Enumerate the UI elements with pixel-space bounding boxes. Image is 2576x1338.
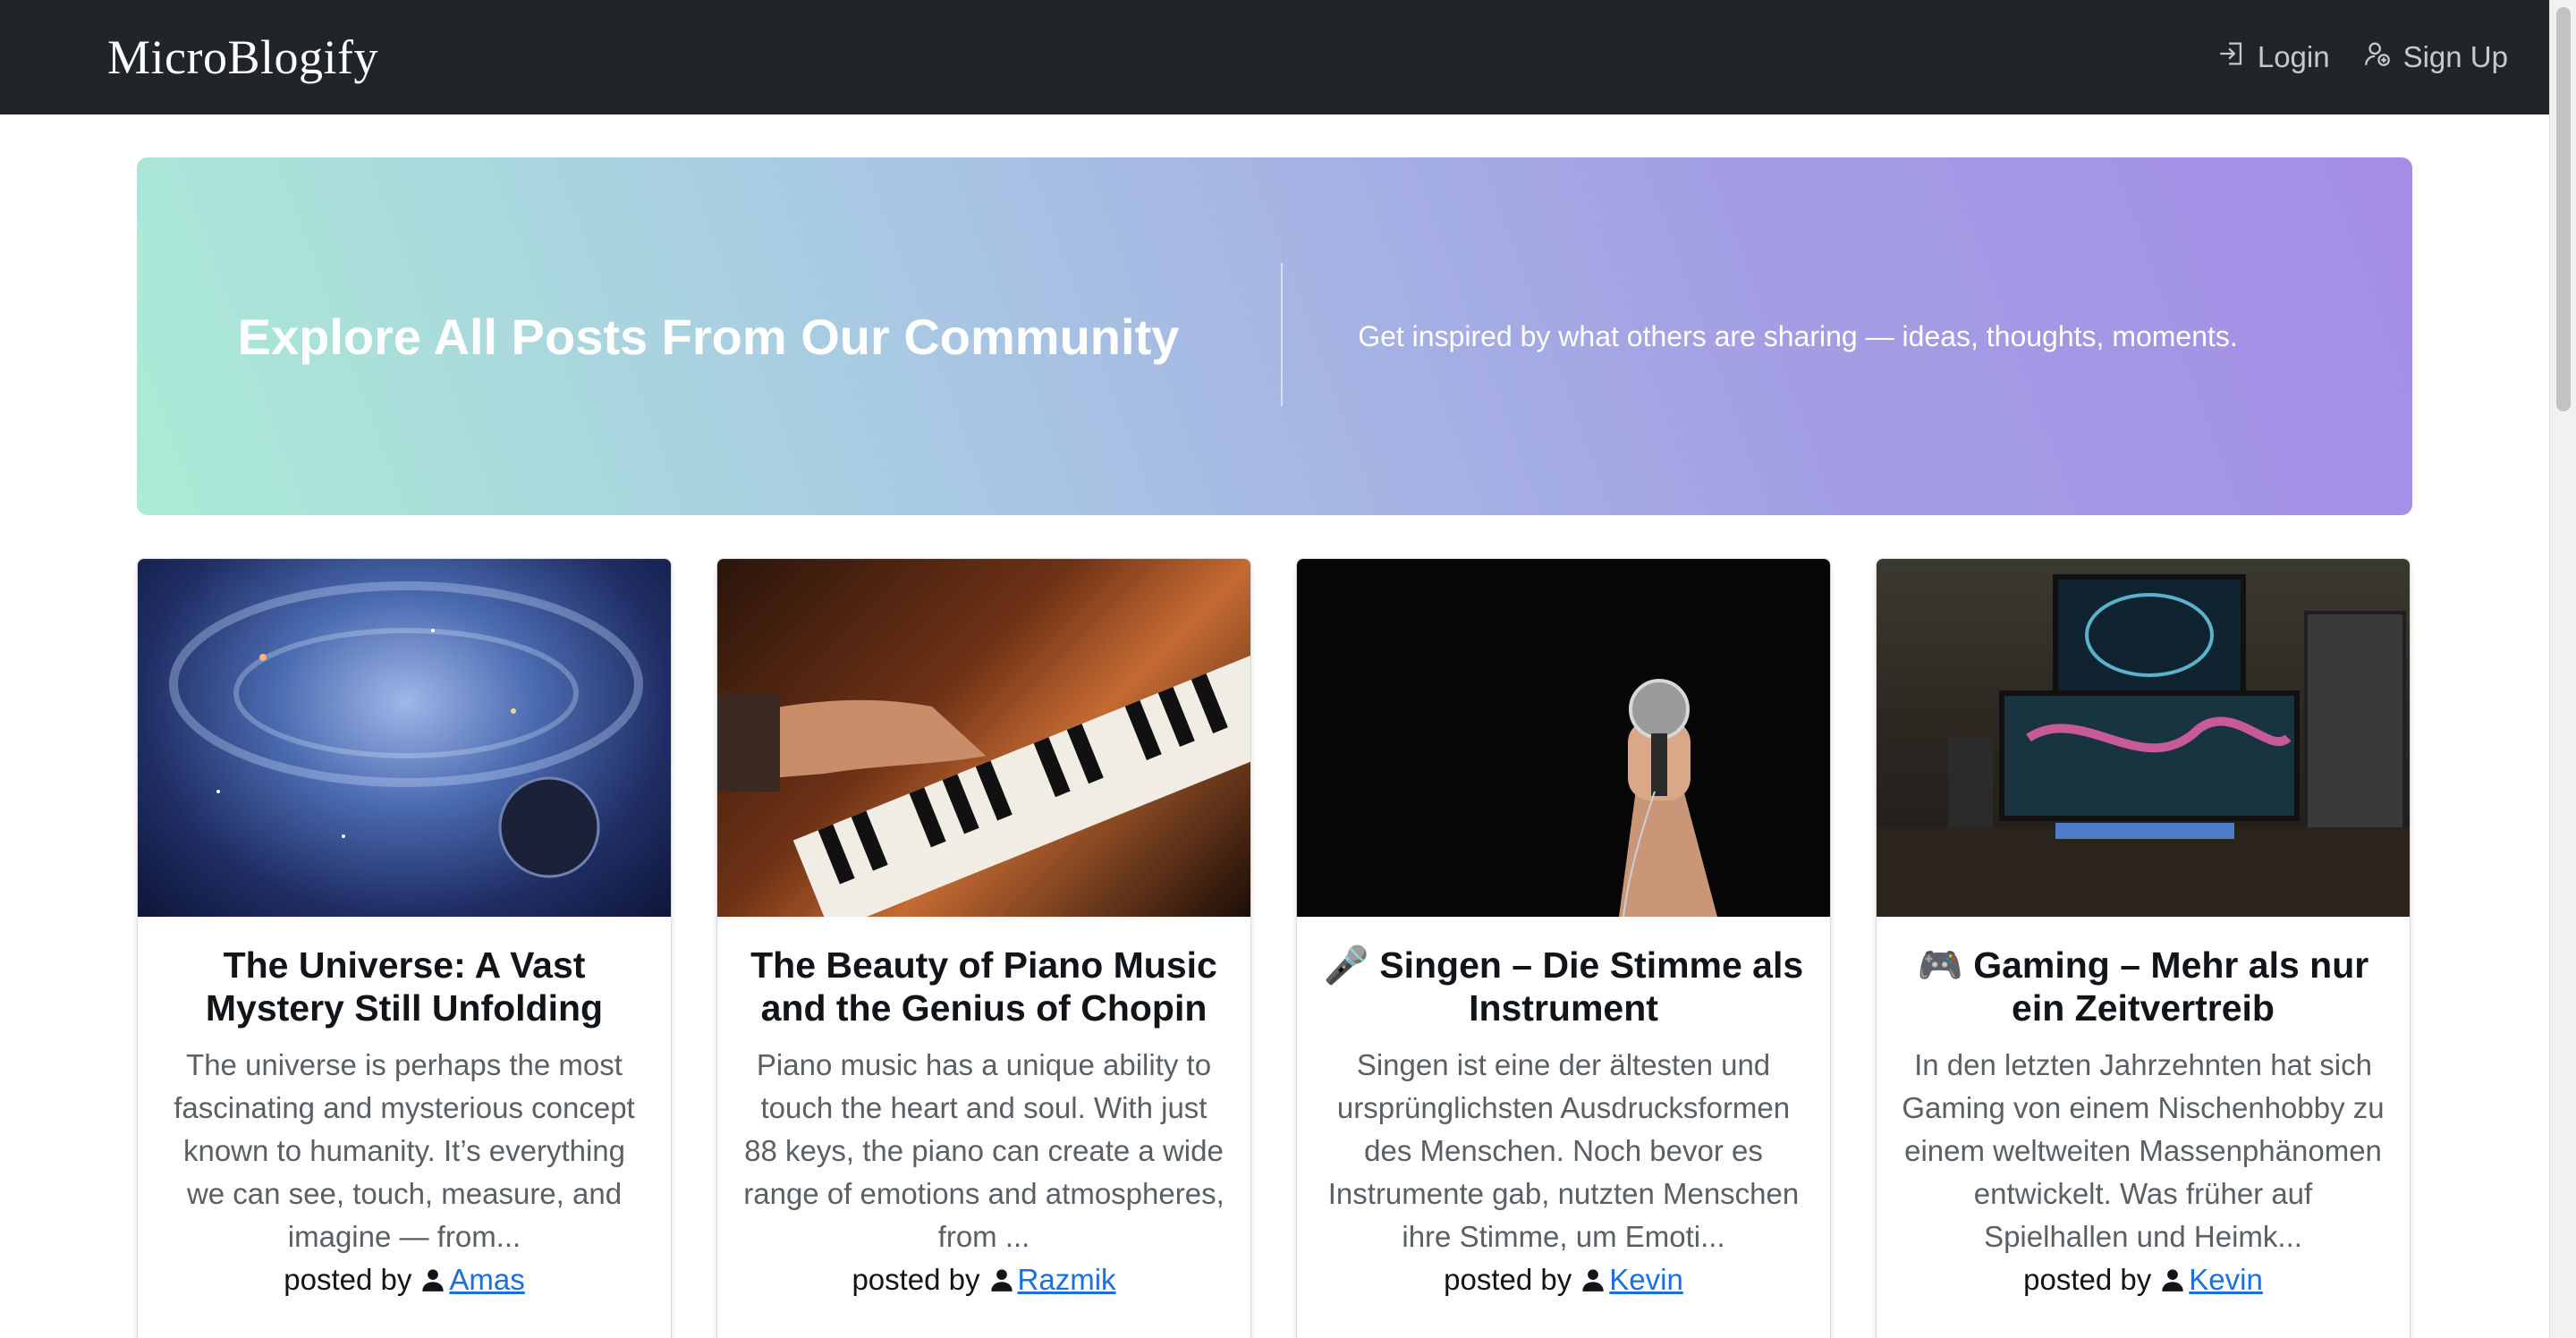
- post-title[interactable]: 🎤 Singen – Die Stimme als Instrument: [1320, 944, 1807, 1029]
- main-content: Explore All Posts From Our Community Get…: [0, 114, 2549, 1338]
- auth-links: Login Sign Up: [2216, 38, 2508, 76]
- signup-label: Sign Up: [2402, 40, 2508, 73]
- post-excerpt: In den letzten Jahrzehnten hat sich Gami…: [1902, 1048, 2385, 1253]
- hero-title: Explore All Posts From Our Community: [237, 308, 1180, 365]
- space-galaxy-image: [138, 559, 671, 917]
- post-meta: posted by Razmik: [741, 1258, 1227, 1301]
- post-title[interactable]: 🎮 Gaming – Mehr als nur ein Zeitvertreib: [1900, 944, 2386, 1029]
- brand-logo[interactable]: MicroBlogify: [107, 30, 378, 85]
- user-add-icon: [2362, 38, 2393, 76]
- post-card[interactable]: The Beauty of Piano Music and the Genius…: [716, 558, 1251, 1338]
- author-link[interactable]: Amas: [449, 1263, 524, 1296]
- post-excerpt: The universe is perhaps the most fascina…: [174, 1048, 635, 1253]
- gaming-setup-image: [1877, 559, 2410, 917]
- top-navbar: MicroBlogify Login Sign Up: [0, 0, 2549, 114]
- signup-link[interactable]: Sign Up: [2362, 38, 2508, 76]
- post-meta: posted by Amas: [161, 1258, 648, 1301]
- posts-grid: The Universe: A Vast Mystery Still Unfol…: [137, 558, 2411, 1338]
- post-card[interactable]: 🎤 Singen – Die Stimme als Instrument Sin…: [1296, 558, 1831, 1338]
- post-excerpt: Piano music has a unique ability to touc…: [743, 1048, 1224, 1253]
- login-label: Login: [2257, 40, 2330, 73]
- posted-by-label: posted by: [284, 1263, 412, 1296]
- posted-by-label: posted by: [2023, 1263, 2152, 1296]
- hero-subtitle: Get inspired by what others are sharing …: [1358, 319, 2238, 352]
- post-title[interactable]: The Universe: A Vast Mystery Still Unfol…: [161, 944, 648, 1029]
- post-meta: posted by Kevin: [1900, 1258, 2386, 1301]
- post-excerpt: Singen ist eine der ältesten und ursprün…: [1327, 1048, 1800, 1253]
- author-link[interactable]: Kevin: [1609, 1263, 1683, 1296]
- microphone-hand-image: [1297, 559, 1830, 917]
- post-meta: posted by Kevin: [1320, 1258, 1807, 1301]
- person-icon: [989, 1261, 1014, 1291]
- posted-by-label: posted by: [852, 1263, 980, 1296]
- author-link[interactable]: Razmik: [1018, 1263, 1116, 1296]
- person-icon: [1580, 1261, 1606, 1291]
- post-card[interactable]: 🎮 Gaming – Mehr als nur ein Zeitvertreib…: [1876, 558, 2411, 1338]
- scrollbar-thumb[interactable]: [2556, 7, 2571, 411]
- login-icon: [2216, 38, 2247, 76]
- post-card[interactable]: The Universe: A Vast Mystery Still Unfol…: [137, 558, 672, 1338]
- hero-divider: [1281, 263, 1283, 406]
- post-title[interactable]: The Beauty of Piano Music and the Genius…: [741, 944, 1227, 1029]
- piano-hands-image: [717, 559, 1250, 917]
- posted-by-label: posted by: [1444, 1263, 1572, 1296]
- page-scrollbar[interactable]: [2549, 0, 2576, 1338]
- login-link[interactable]: Login: [2216, 38, 2330, 76]
- hero-banner: Explore All Posts From Our Community Get…: [137, 157, 2412, 515]
- author-link[interactable]: Kevin: [2189, 1263, 2263, 1296]
- person-icon: [420, 1261, 445, 1291]
- person-icon: [2160, 1261, 2185, 1291]
